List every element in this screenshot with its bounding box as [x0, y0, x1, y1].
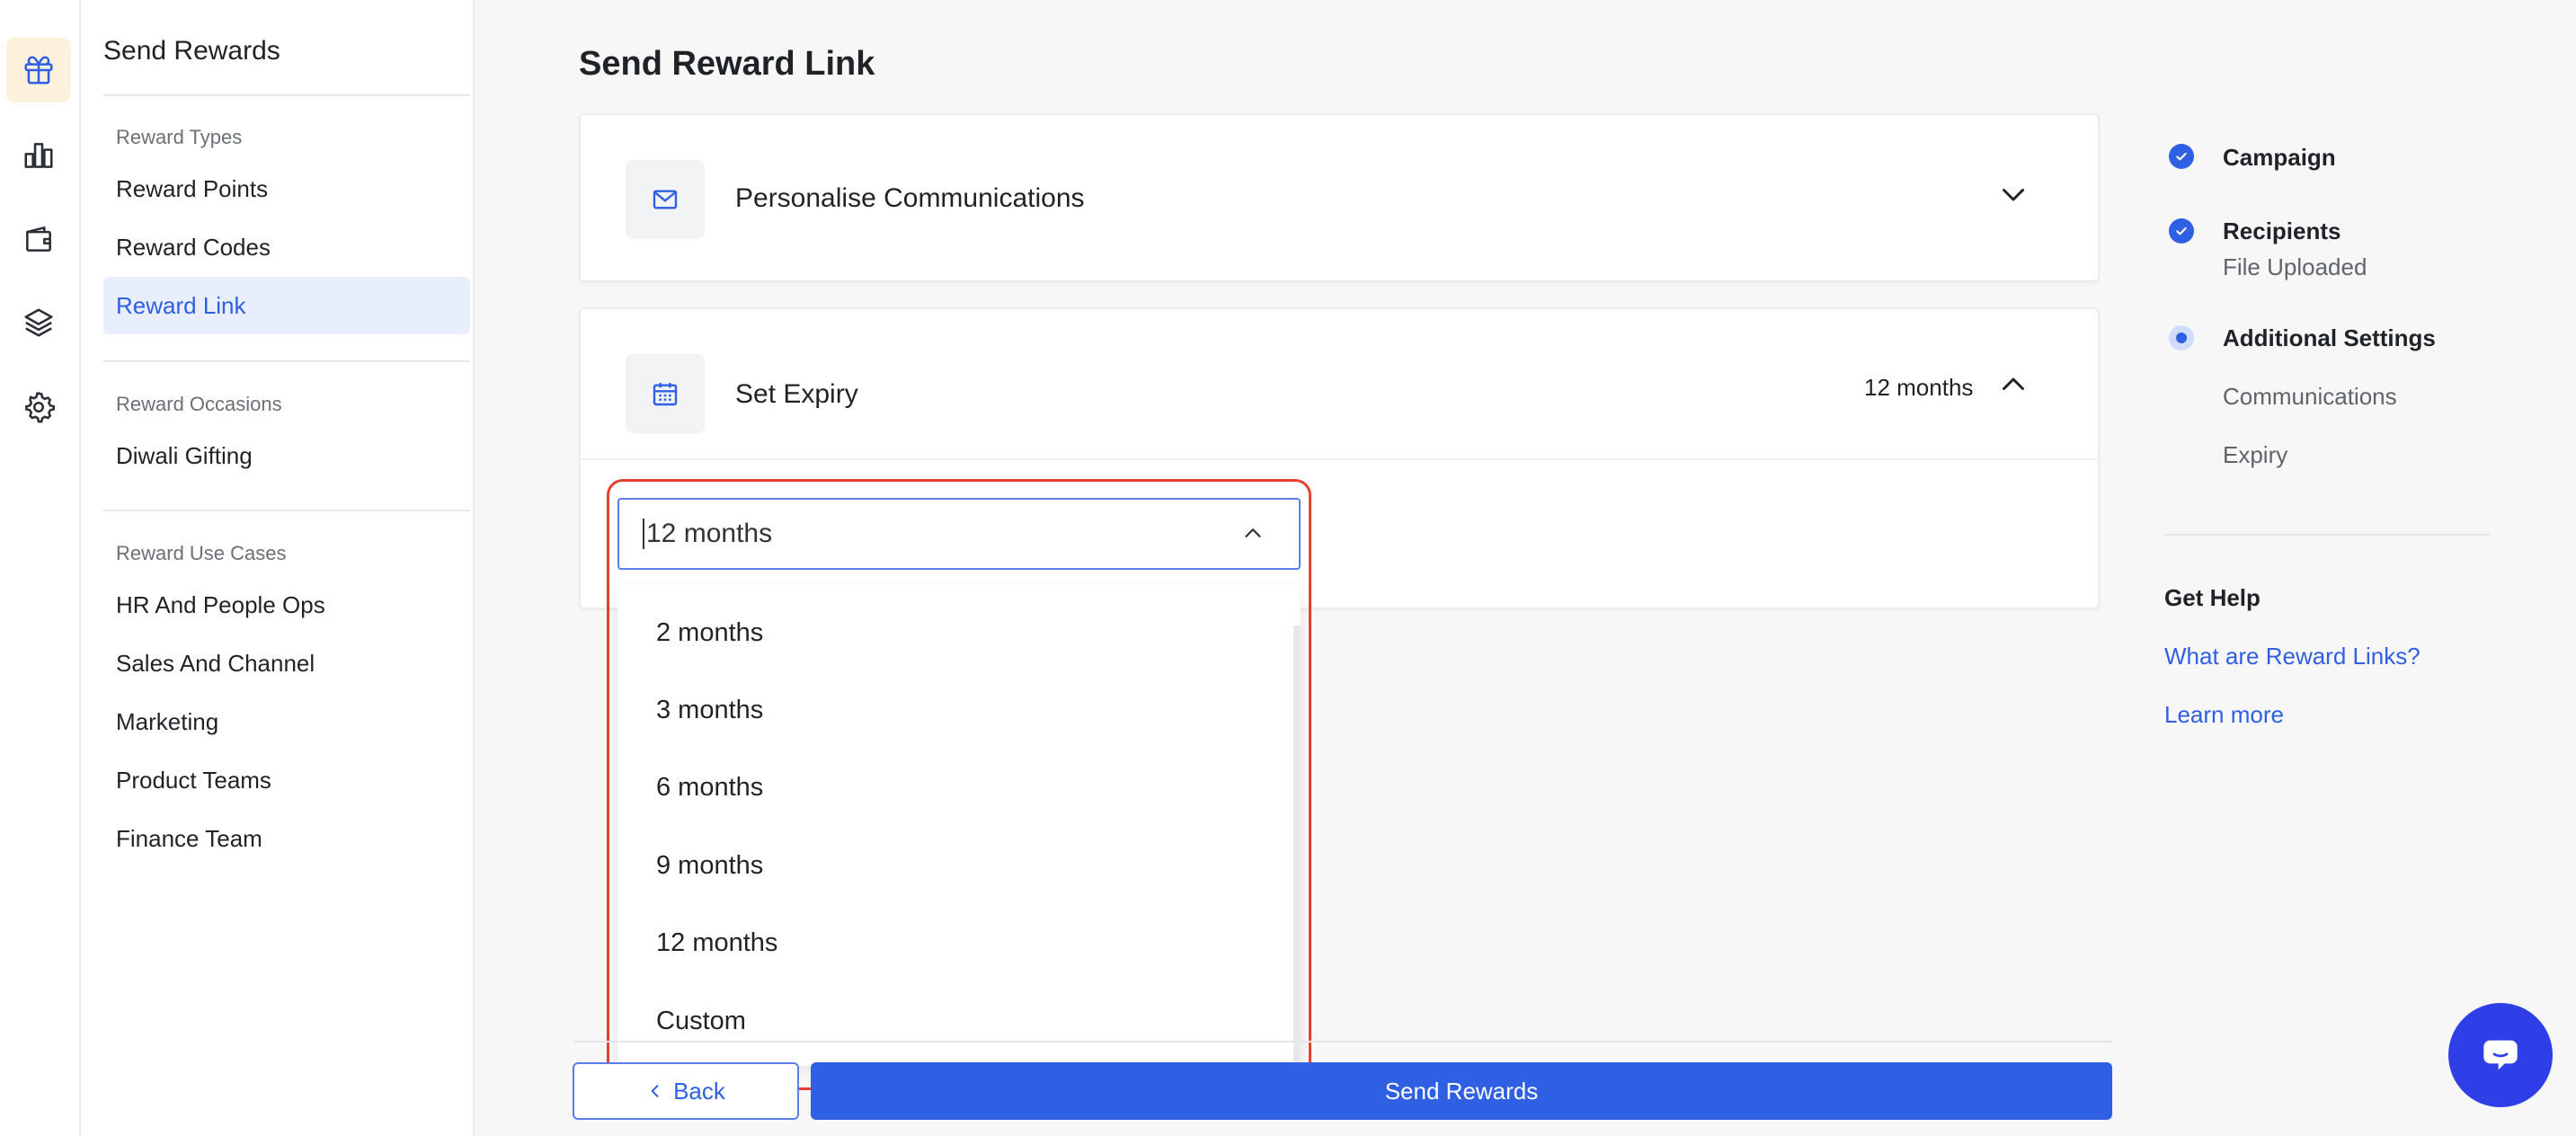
chevron-up-icon[interactable] [1239, 519, 1266, 546]
section-heading-reward-types: Reward Types [116, 126, 243, 148]
divider [103, 94, 470, 96]
icon-rail [0, 0, 81, 1136]
option-2-months[interactable]: 2 months [656, 618, 763, 648]
step-recipients-status: File Uploaded [2223, 253, 2367, 280]
chevron-down-icon[interactable] [1997, 178, 2030, 210]
section-heading-reward-use-cases: Reward Use Cases [116, 542, 287, 564]
current-step-icon [2169, 325, 2194, 351]
chat-bubble-icon [2483, 1040, 2518, 1070]
footer-divider [573, 1041, 2112, 1043]
help-link-learn-more[interactable]: Learn more [2164, 701, 2284, 729]
substep-expiry[interactable]: Expiry [2223, 441, 2287, 469]
card-title: Set Expiry [735, 379, 858, 409]
sidebar-item-finance-team[interactable]: Finance Team [103, 810, 470, 867]
sidebar-item-diwali-gifting[interactable]: Diwali Gifting [103, 427, 470, 484]
back-button-label: Back [673, 1077, 725, 1105]
sidebar-item-reward-link[interactable]: Reward Link [103, 277, 470, 334]
divider [103, 510, 470, 511]
section-heading-reward-occasions: Reward Occasions [116, 393, 282, 415]
help-link-reward-links[interactable]: What are Reward Links? [2164, 643, 2421, 670]
layers-icon[interactable] [6, 290, 71, 355]
chevron-up-icon[interactable] [1997, 368, 2030, 401]
chevron-left-icon [651, 1085, 659, 1097]
option-custom[interactable]: Custom [656, 1007, 746, 1036]
sidebar: Send Rewards Reward Types Reward Points … [81, 0, 475, 1136]
sidebar-item-hr-and-people-ops[interactable]: HR And People Ops [103, 576, 470, 634]
send-rewards-button[interactable]: Send Rewards [811, 1062, 2112, 1120]
page-title: Send Reward Link [579, 45, 875, 83]
expiry-select-value: 12 months [646, 519, 773, 548]
option-9-months[interactable]: 9 months [656, 851, 763, 881]
sidebar-item-reward-points[interactable]: Reward Points [103, 160, 470, 217]
option-12-months[interactable]: 12 months [656, 928, 777, 958]
back-button[interactable]: Back [573, 1062, 799, 1120]
check-icon [2169, 218, 2194, 244]
step-recipients[interactable]: Recipients [2223, 217, 2341, 245]
step-campaign[interactable]: Campaign [2223, 144, 2336, 172]
wallet-icon[interactable] [6, 207, 71, 271]
sidebar-item-sales-and-channel[interactable]: Sales And Channel [103, 635, 470, 692]
sidebar-item-marketing[interactable]: Marketing [103, 693, 470, 750]
option-3-months[interactable]: 3 months [656, 696, 763, 725]
step-additional-settings[interactable]: Additional Settings [2223, 324, 2436, 352]
divider [103, 360, 470, 362]
card-title: Personalise Communications [735, 183, 1085, 213]
divider [581, 458, 2098, 460]
bar-chart-icon[interactable] [6, 123, 71, 188]
calendar-icon [626, 354, 705, 433]
gift-icon[interactable] [6, 38, 71, 102]
chat-button[interactable] [2448, 1003, 2553, 1107]
gear-icon[interactable] [6, 375, 71, 439]
card-personalise-communications[interactable]: Personalise Communications [579, 113, 2100, 282]
divider [2164, 534, 2490, 536]
text-caret [643, 519, 644, 549]
sidebar-title: Send Rewards [103, 36, 280, 66]
substep-communications[interactable]: Communications [2223, 383, 2397, 411]
mail-icon [626, 160, 705, 239]
option-6-months[interactable]: 6 months [656, 773, 763, 803]
expiry-options-menu: 2 months 3 months 6 months 9 months 12 m… [617, 584, 1301, 1066]
help-title: Get Help [2164, 584, 2261, 611]
expiry-select[interactable]: 12 months [617, 498, 1301, 570]
expiry-value: 12 months [1864, 374, 1974, 401]
sidebar-item-reward-codes[interactable]: Reward Codes [103, 218, 470, 276]
sidebar-item-product-teams[interactable]: Product Teams [103, 751, 470, 809]
scrollbar[interactable] [1293, 626, 1301, 1066]
check-icon [2169, 144, 2194, 169]
